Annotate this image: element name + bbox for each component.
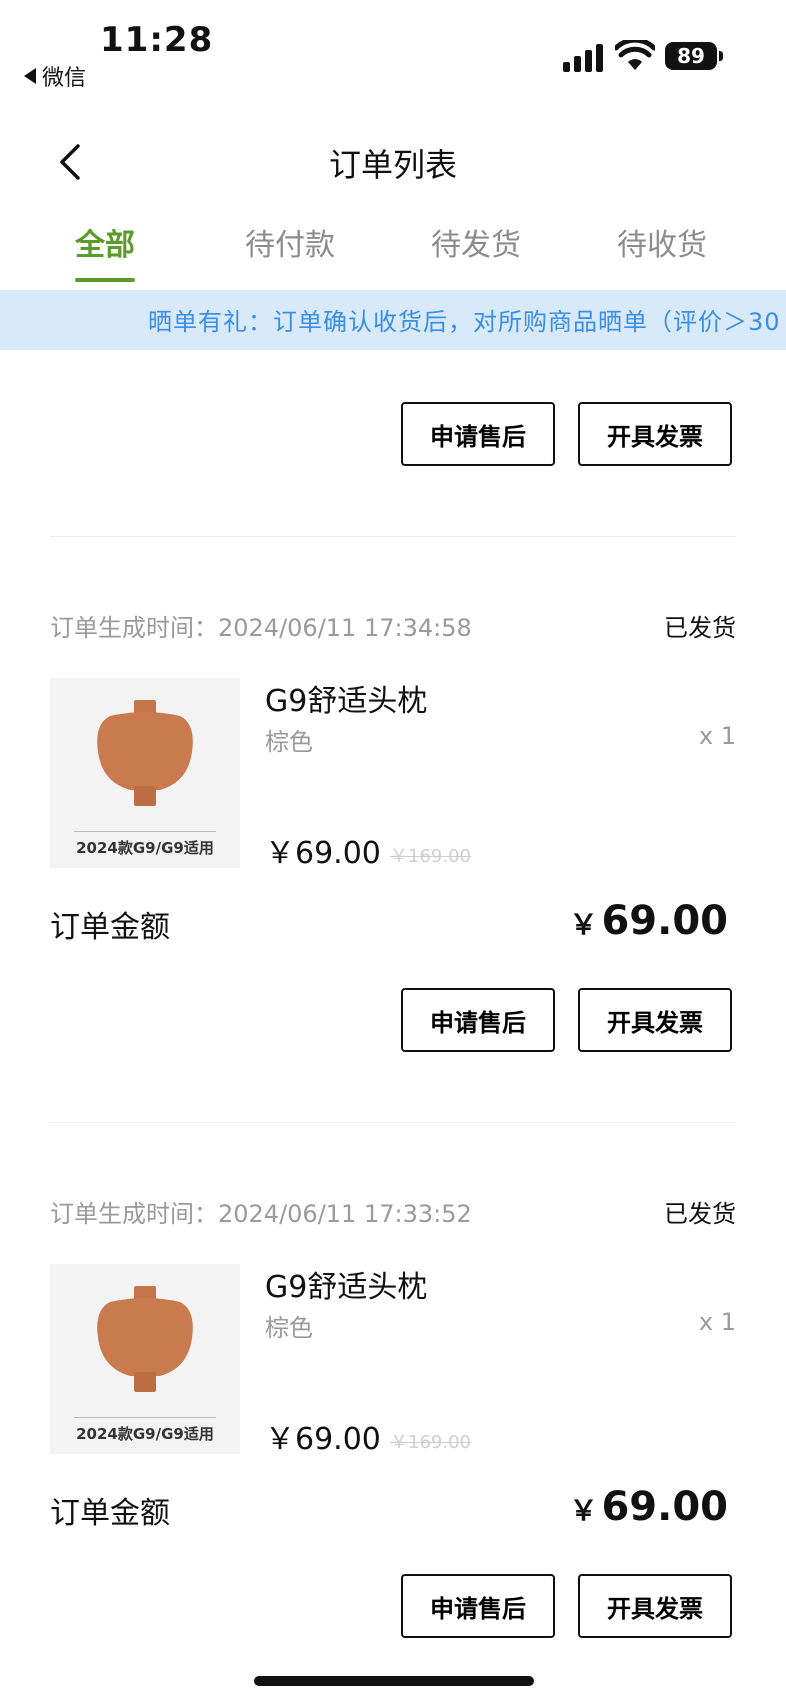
order-total-label: 订单金额 (50, 1496, 170, 1531)
headrest-pillow-image (97, 700, 193, 806)
order-divider (50, 536, 736, 537)
tab-pending-receipt[interactable]: 待收货 (597, 220, 727, 264)
caption-divider (74, 831, 216, 832)
product-image-caption: 2024款G9/G9适用 (76, 839, 214, 857)
battery-indicator: 89 (665, 42, 723, 70)
status-bar: 11:28 微信 89 (0, 0, 786, 100)
issue-invoice-button[interactable]: 开具发票 (578, 1574, 732, 1638)
order-created-value: 2024/06/11 17:34:58 (218, 614, 472, 642)
order-created-label: 订单生成时间： (50, 1200, 218, 1228)
order-total-value: 69.00 (601, 898, 728, 944)
apply-after-sale-button[interactable]: 申请售后 (401, 402, 555, 466)
active-tab-underline (75, 278, 135, 282)
order-created-value: 2024/06/11 17:33:52 (218, 1200, 472, 1228)
caption-divider (74, 1417, 216, 1418)
clock: 11:28 (100, 20, 214, 60)
currency-symbol: ￥ (569, 908, 598, 941)
promo-banner-text: 晒单有礼：订单确认收货后，对所购商品晒单（评价＞30 (148, 308, 781, 336)
apply-after-sale-button[interactable]: 申请售后 (401, 988, 555, 1052)
product-variant: 棕色 (265, 1314, 313, 1342)
product-variant: 棕色 (265, 728, 313, 756)
order-status: 已发货 (664, 1200, 736, 1228)
order-total-amount: ￥ 69.00 (569, 898, 728, 944)
order-created-time: 订单生成时间：2024/06/11 17:34:58 (50, 608, 472, 643)
promo-banner[interactable]: 晒单有礼：订单确认收货后，对所购商品晒单（评价＞30 (0, 290, 786, 350)
back-app-label: 微信 (42, 66, 87, 91)
product-image[interactable]: 2024款G9/G9适用 (50, 1264, 240, 1454)
product-name[interactable]: G9舒适头枕 (265, 676, 427, 720)
order-total-label: 订单金额 (50, 910, 170, 945)
page-title: 订单列表 (328, 146, 457, 184)
order-total-amount: ￥ 69.00 (569, 1484, 728, 1530)
currency-symbol: ￥ (569, 1494, 598, 1527)
order-status: 已发货 (664, 614, 736, 642)
order-created-time: 订单生成时间：2024/06/11 17:33:52 (50, 1194, 472, 1229)
back-to-app-link[interactable]: 微信 (24, 60, 86, 92)
order-created-label: 订单生成时间： (50, 614, 218, 642)
back-triangle-icon (24, 68, 36, 84)
cellular-signal-icon (563, 44, 603, 72)
product-price: ￥69.00 (265, 1422, 381, 1457)
order-divider (50, 1122, 736, 1123)
issue-invoice-button[interactable]: 开具发票 (578, 402, 732, 466)
product-name[interactable]: G9舒适头枕 (265, 1262, 427, 1306)
product-image-caption: 2024款G9/G9适用 (76, 1425, 214, 1443)
apply-after-sale-button[interactable]: 申请售后 (401, 1574, 555, 1638)
tab-pending-payment[interactable]: 待付款 (225, 220, 355, 264)
product-quantity: x 1 (698, 722, 736, 750)
product-original-price: ￥169.00 (390, 846, 471, 867)
tab-all[interactable]: 全部 (40, 220, 170, 264)
product-quantity: x 1 (698, 1308, 736, 1336)
tab-pending-shipment[interactable]: 待发货 (411, 220, 541, 264)
screen: 11:28 微信 89 订单列表 全部 待付款 待发货 待收货 晒单有礼：订单确… (0, 0, 786, 1704)
order-tabs: 全部 待付款 待发货 待收货 (0, 220, 786, 290)
order-list[interactable]: 申请售后 开具发票 订单生成时间：2024/06/11 17:34:58 已发货… (0, 350, 786, 1704)
product-price: ￥69.00 (265, 836, 381, 871)
product-image[interactable]: 2024款G9/G9适用 (50, 678, 240, 868)
home-indicator[interactable] (254, 1676, 534, 1686)
title-bar: 订单列表 (0, 130, 786, 200)
product-original-price: ￥169.00 (390, 1432, 471, 1453)
order-total-value: 69.00 (601, 1484, 728, 1530)
wifi-icon (615, 40, 655, 70)
issue-invoice-button[interactable]: 开具发票 (578, 988, 732, 1052)
headrest-pillow-image (97, 1286, 193, 1392)
